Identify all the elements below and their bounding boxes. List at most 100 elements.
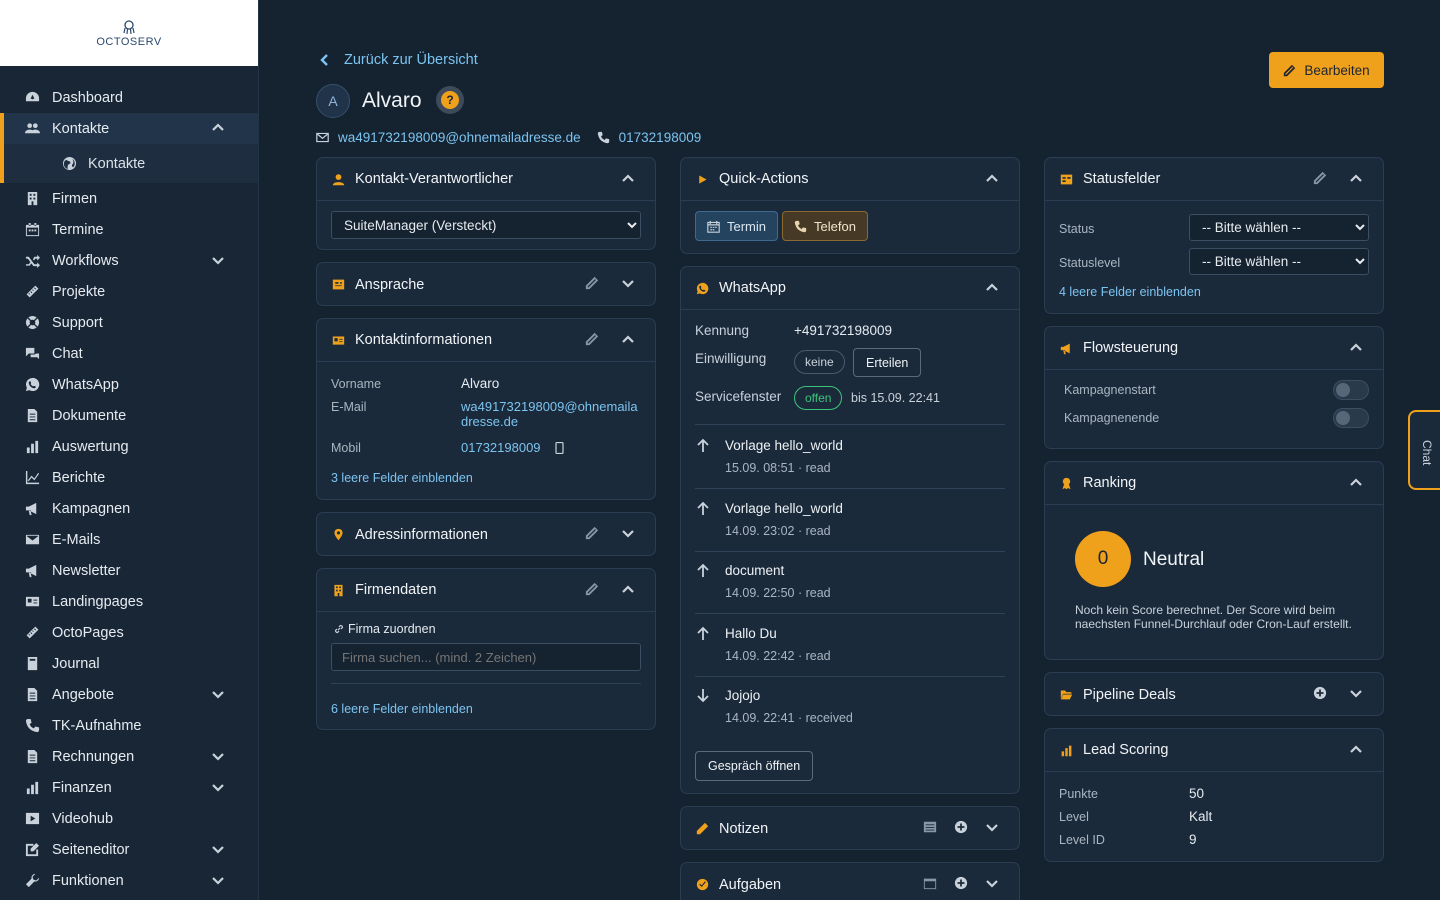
pencil-icon[interactable] <box>585 526 599 543</box>
pencil-icon[interactable] <box>585 276 599 293</box>
collapse-chevron-icon[interactable] <box>621 332 635 349</box>
sidebar-item-rechnungen[interactable]: Rechnungen <box>0 741 258 772</box>
show-empty-fields-link[interactable]: 3 leere Felder einblenden <box>331 471 473 485</box>
kampagnenende-toggle[interactable] <box>1333 408 1369 428</box>
help-badge[interactable]: ? <box>436 86 464 114</box>
card-adressinformationen: Adressinformationen <box>316 512 656 556</box>
card-ranking: Ranking 0 Neutral Noch kein Score berech… <box>1044 461 1384 660</box>
sidebar-item-tk-aufnahme[interactable]: TK-Aufnahme <box>0 710 258 741</box>
sidebar-item-e-mails[interactable]: E-Mails <box>0 524 258 555</box>
status-select[interactable]: -- Bitte wählen -- <box>1189 214 1369 241</box>
pencil-icon[interactable] <box>585 332 599 349</box>
collapse-chevron-icon[interactable] <box>621 171 635 188</box>
chevron-down-icon[interactable] <box>212 843 224 855</box>
expand-chevron-icon[interactable] <box>621 526 635 543</box>
sidebar-item-chat[interactable]: Chat <box>0 338 258 369</box>
sidebar-item-projekte[interactable]: Projekte <box>0 276 258 307</box>
expand-chevron-icon[interactable] <box>985 876 999 893</box>
sidebar-item-firmen[interactable]: Firmen <box>0 183 258 214</box>
collapse-chevron-icon[interactable] <box>1349 171 1363 188</box>
pencil-icon[interactable] <box>1313 171 1327 188</box>
statuslevel-select[interactable]: -- Bitte wählen -- <box>1189 248 1369 275</box>
header-phone-link[interactable]: 01732198009 <box>619 130 702 145</box>
add-circle-icon[interactable] <box>1313 686 1327 703</box>
sidebar-item-funktionen[interactable]: Funktionen <box>0 865 258 896</box>
list-icon[interactable] <box>923 820 937 837</box>
divider <box>695 613 1005 614</box>
add-circle-icon[interactable] <box>954 820 968 837</box>
chevron-down-icon[interactable] <box>212 781 224 793</box>
expand-chevron-icon[interactable] <box>1349 686 1363 703</box>
sidebar-item-workflows[interactable]: Workflows <box>0 245 258 276</box>
sidebar-item-seiteneditor[interactable]: Seiteneditor <box>0 834 258 865</box>
sidebar-subitem-kontakte[interactable]: Kontakte <box>0 144 258 183</box>
sidebar-item-label: Workflows <box>52 252 119 269</box>
servicefenster-until: bis 15.09. 22:41 <box>851 391 940 405</box>
verantwortlicher-select[interactable]: SuiteManager (Versteckt) <box>331 211 641 239</box>
chevron-up-icon[interactable] <box>212 122 224 134</box>
calendar-icon[interactable] <box>923 876 937 893</box>
email-link-line2[interactable]: dresse.de <box>461 414 518 429</box>
map-pin-icon <box>331 528 345 542</box>
chevron-down-icon[interactable] <box>212 874 224 886</box>
message-item[interactable]: document 14.09. 22:50 · read <box>695 563 1005 603</box>
chat-side-tab[interactable]: Chat <box>1408 410 1440 490</box>
firma-search-input[interactable] <box>331 643 641 671</box>
sidebar-item-termine[interactable]: Termine <box>0 214 258 245</box>
sidebar-item-angebote[interactable]: Angebote <box>0 679 258 710</box>
expand-chevron-icon[interactable] <box>621 276 635 293</box>
show-empty-fields-link[interactable]: 6 leere Felder einblenden <box>331 702 473 716</box>
chevron-down-icon[interactable] <box>212 688 224 700</box>
collapse-chevron-icon[interactable] <box>621 582 635 599</box>
sidebar-item-dokumente[interactable]: Dokumente <box>0 400 258 431</box>
arrow-up-icon <box>697 563 711 579</box>
message-item[interactable]: Hallo Du 14.09. 22:42 · read <box>695 626 1005 666</box>
sidebar-item-finanzen[interactable]: Finanzen <box>0 772 258 803</box>
sidebar-item-landingpages[interactable]: Landingpages <box>0 586 258 617</box>
telefon-button[interactable]: Telefon <box>782 211 868 241</box>
message-item[interactable]: Vorlage hello_world 15.09. 08:51 · read <box>695 438 1005 478</box>
chevron-down-icon[interactable] <box>212 254 224 266</box>
arrow-up-icon <box>697 438 711 454</box>
sidebar-item-berichte[interactable]: Berichte <box>0 462 258 493</box>
sidebar-item-journal[interactable]: Journal <box>0 648 258 679</box>
collapse-chevron-icon[interactable] <box>985 280 999 297</box>
einwilligung-status-badge: keine <box>794 350 845 374</box>
logo[interactable]: OCTOSERV <box>0 0 258 66</box>
sidebar-item-videohub[interactable]: Videohub <box>0 803 258 834</box>
sidebar-item-octopages[interactable]: OctoPages <box>0 617 258 648</box>
expand-chevron-icon[interactable] <box>985 820 999 837</box>
erteilen-button[interactable]: Erteilen <box>853 348 922 377</box>
card-title: Lead Scoring <box>1083 742 1169 758</box>
pencil-icon <box>1284 64 1296 76</box>
pencil-icon[interactable] <box>585 582 599 599</box>
chat-tab-label: Chat <box>1420 440 1434 466</box>
sidebar-item-newsletter[interactable]: Newsletter <box>0 555 258 586</box>
message-item[interactable]: Vorlage hello_world 14.09. 23:02 · read <box>695 501 1005 541</box>
message-item[interactable]: Jojojo 14.09. 22:41 · received <box>695 688 1005 728</box>
add-circle-icon[interactable] <box>954 876 968 893</box>
header-email-link[interactable]: wa491732198009@ohnemailadresse.de <box>338 130 581 145</box>
sidebar-item-auswertung[interactable]: Auswertung <box>0 431 258 462</box>
sidebar-item-whatsapp[interactable]: WhatsApp <box>0 369 258 400</box>
kampagnenstart-toggle[interactable] <box>1333 380 1369 400</box>
sidebar-item-support[interactable]: Support <box>0 307 258 338</box>
header-phone[interactable]: 01732198009 <box>597 130 702 145</box>
user-icon <box>331 172 345 186</box>
collapse-chevron-icon[interactable] <box>985 171 999 188</box>
email-link-line1[interactable]: wa491732198009@ohnemaila <box>461 399 638 414</box>
collapse-chevron-icon[interactable] <box>1349 475 1363 492</box>
mobil-link[interactable]: 01732198009 <box>461 440 541 455</box>
chevron-down-icon[interactable] <box>212 750 224 762</box>
show-empty-fields-link[interactable]: 4 leere Felder einblenden <box>1059 285 1201 299</box>
termin-button[interactable]: Termin <box>695 211 779 241</box>
edit-button[interactable]: Bearbeiten <box>1269 52 1384 88</box>
mobile-phone-icon[interactable] <box>555 442 564 454</box>
sidebar-item-dashboard[interactable]: Dashboard <box>0 82 258 113</box>
sidebar-item-kampagnen[interactable]: Kampagnen <box>0 493 258 524</box>
back-to-overview-link[interactable]: Zurück zur Übersicht <box>318 52 478 68</box>
collapse-chevron-icon[interactable] <box>1349 742 1363 759</box>
collapse-chevron-icon[interactable] <box>1349 340 1363 357</box>
open-conversation-button[interactable]: Gespräch öffnen <box>695 751 814 781</box>
sidebar-item-kontakte[interactable]: Kontakte <box>0 113 258 144</box>
